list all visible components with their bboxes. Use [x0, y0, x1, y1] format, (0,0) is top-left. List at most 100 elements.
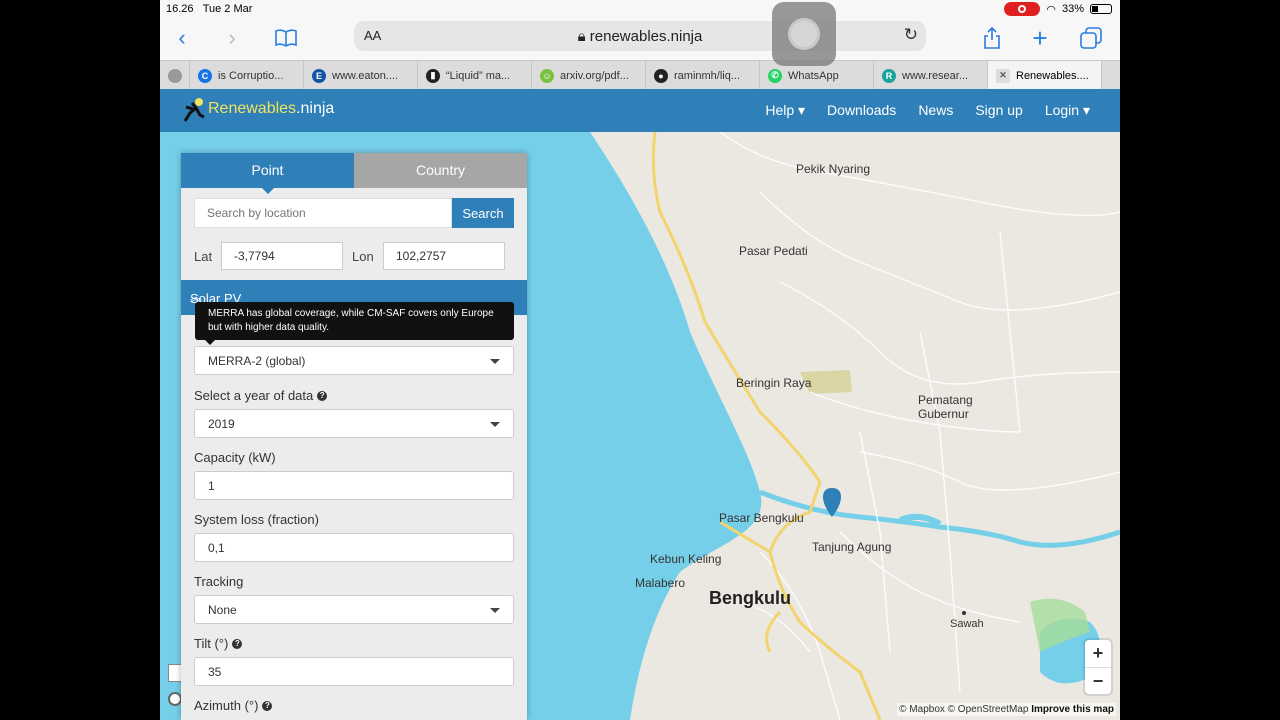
share-icon[interactable] [978, 24, 1006, 52]
recording-icon [1004, 2, 1041, 16]
azimuth-label: Azimuth (°)? [194, 698, 514, 713]
zoom-in-button[interactable]: + [1085, 640, 1111, 667]
map-label-beringin: Beringin Raya [736, 376, 812, 390]
browser-tab[interactable]: Cis Corruptio... [190, 61, 304, 90]
help-icon[interactable]: ? [317, 390, 328, 401]
year-select[interactable]: 2019 [194, 409, 514, 438]
panel-tabs: Point Country [181, 153, 527, 194]
address-bar[interactable]: AA 🔒︎ renewables.ninja ↻ [354, 21, 926, 51]
status-right: ◠ 33% [1004, 2, 1112, 16]
ipad-screen: 16.26 Tue 2 Mar ◠ 33% ‹ › AA 🔒︎ renewabl… [160, 0, 1120, 720]
site-navbar: Renewables.ninja Help ▾ Downloads News S… [160, 89, 1120, 132]
tab-title: is Corruptio... [218, 69, 284, 82]
nav-news[interactable]: News [918, 102, 953, 119]
site-logo[interactable]: Renewables.ninja [182, 97, 335, 122]
loss-label: System loss (fraction) [194, 512, 319, 527]
settings-panel: Point Country Search Lat -3,7794 Lon 102… [181, 153, 527, 720]
map-label-tanjung: Tanjung Agung [812, 540, 892, 554]
assistive-touch-button[interactable] [772, 2, 836, 66]
nav-links: Help ▾ Downloads News Sign up Login ▾ [765, 102, 1090, 119]
tab-favicon-icon [168, 68, 182, 83]
map-label-kebun: Kebun Keling [650, 552, 722, 566]
nav-downloads[interactable]: Downloads [827, 102, 896, 119]
improve-map-link[interactable]: Improve this map [1031, 704, 1114, 715]
tab-title: arxiv.org/pdf... [560, 69, 629, 82]
map-label-gubernur: Gubernur [918, 407, 969, 421]
brand-text: Renewables.ninja [208, 100, 335, 117]
tabs-overview-icon[interactable] [1077, 24, 1105, 52]
tab-point[interactable]: Point [181, 153, 354, 194]
search-input[interactable] [194, 198, 452, 228]
map-left-controls [168, 664, 182, 706]
tab-favicon-icon: ☺ [540, 68, 554, 83]
url-text: 🔒︎ renewables.ninja [577, 28, 703, 45]
map-label-pematang: Pematang [918, 393, 973, 407]
loss-field: System loss (fraction) 0,1 [194, 512, 514, 562]
browser-tab[interactable]: Rwww.resear... [874, 61, 988, 90]
bookmarks-icon[interactable] [272, 24, 300, 52]
year-label: Select a year of data? [194, 388, 514, 403]
tab-favicon-icon: ● [654, 68, 668, 83]
map-label-pedati: Pasar Pedati [739, 244, 808, 258]
tab-country[interactable]: Country [354, 153, 527, 188]
location-search: Search [194, 198, 514, 228]
search-button[interactable]: Search [452, 198, 514, 228]
nav-login[interactable]: Login ▾ [1045, 102, 1090, 119]
tab-favicon-icon: ✆ [768, 68, 782, 83]
map-label-sawah: Sawah [950, 618, 984, 630]
ninja-logo-icon [182, 97, 205, 122]
tab-title: raminmh/liq... [674, 69, 741, 82]
capacity-field: Capacity (kW) 1 [194, 450, 514, 500]
capacity-label: Capacity (kW) [194, 450, 276, 465]
nav-help[interactable]: Help ▾ [765, 102, 805, 119]
map-label-pasar-bengkulu: Pasar Bengkulu [719, 511, 804, 525]
browser-tab[interactable]: ▮ “Liquid” ma... [418, 61, 532, 90]
dataset-tooltip: MERRA has global coverage, while CM-SAF … [195, 302, 514, 345]
mapbox-logo-icon [168, 692, 182, 706]
reload-icon[interactable]: ↻ [904, 25, 918, 45]
new-tab-icon[interactable]: + [1026, 23, 1054, 53]
tracking-select[interactable]: None [194, 595, 514, 624]
tab-favicon-icon: E [312, 68, 326, 83]
chevron-down-icon [490, 422, 500, 427]
tilt-field: Tilt (°)? 35 [194, 636, 514, 686]
nav-signup[interactable]: Sign up [975, 102, 1022, 119]
browser-tab[interactable]: ☺ arxiv.org/pdf... [532, 61, 646, 90]
zoom-out-button[interactable]: − [1085, 667, 1111, 694]
capacity-input[interactable]: 1 [194, 471, 514, 500]
year-field: Select a year of data? 2019 [194, 388, 514, 438]
browser-tab[interactable]: Ewww.eaton.... [304, 61, 418, 90]
battery-percent: 33% [1061, 3, 1084, 15]
loss-input[interactable]: 0,1 [194, 533, 514, 562]
lat-input[interactable]: -3,7794 [221, 242, 343, 270]
azimuth-field: Azimuth (°)? [194, 698, 514, 713]
map-label-bengkulu: Bengkulu [709, 588, 792, 608]
help-icon[interactable]: ? [232, 638, 243, 649]
tab-favicon-icon: ▮ [426, 68, 440, 83]
lon-label: Lon [352, 249, 374, 264]
browser-tab[interactable]: ✕ Renewables.... [988, 61, 1102, 90]
map-scale-button[interactable] [168, 664, 182, 682]
back-icon[interactable]: ‹ [168, 24, 196, 52]
map-label-pekik: Pekik Nyaring [796, 162, 871, 176]
tilt-input[interactable]: 35 [194, 657, 514, 686]
browser-tab[interactable]: ● raminmh/liq... [646, 61, 760, 90]
tracking-field: Tracking None [194, 574, 514, 624]
browser-tab[interactable] [160, 61, 190, 90]
forward-icon[interactable]: › [218, 24, 246, 52]
dataset-select[interactable]: MERRA-2 (global) [194, 346, 514, 375]
browser-toolbar: ‹ › AA 🔒︎ renewables.ninja ↻ + [160, 18, 1120, 60]
browser-tab-strip: Cis Corruptio... Ewww.eaton.... ▮ “Liquid” … [160, 60, 1120, 90]
zoom-control: + − [1085, 640, 1111, 694]
tracking-label: Tracking [194, 574, 244, 589]
tab-title: “Liquid” ma... [446, 69, 511, 82]
lon-input[interactable]: 102,2757 [383, 242, 505, 270]
chevron-down-icon [490, 608, 500, 613]
lat-label: Lat [194, 249, 213, 264]
tab-title: www.resear... [902, 69, 969, 82]
tab-title: Renewables.... [1016, 69, 1089, 82]
status-time: 16.26 Tue 2 Mar [166, 3, 253, 15]
map-attribution[interactable]: © Mapbox © OpenStreetMap Improve this ma… [897, 703, 1116, 716]
battery-icon [1090, 4, 1112, 14]
help-icon[interactable]: ? [262, 700, 273, 711]
